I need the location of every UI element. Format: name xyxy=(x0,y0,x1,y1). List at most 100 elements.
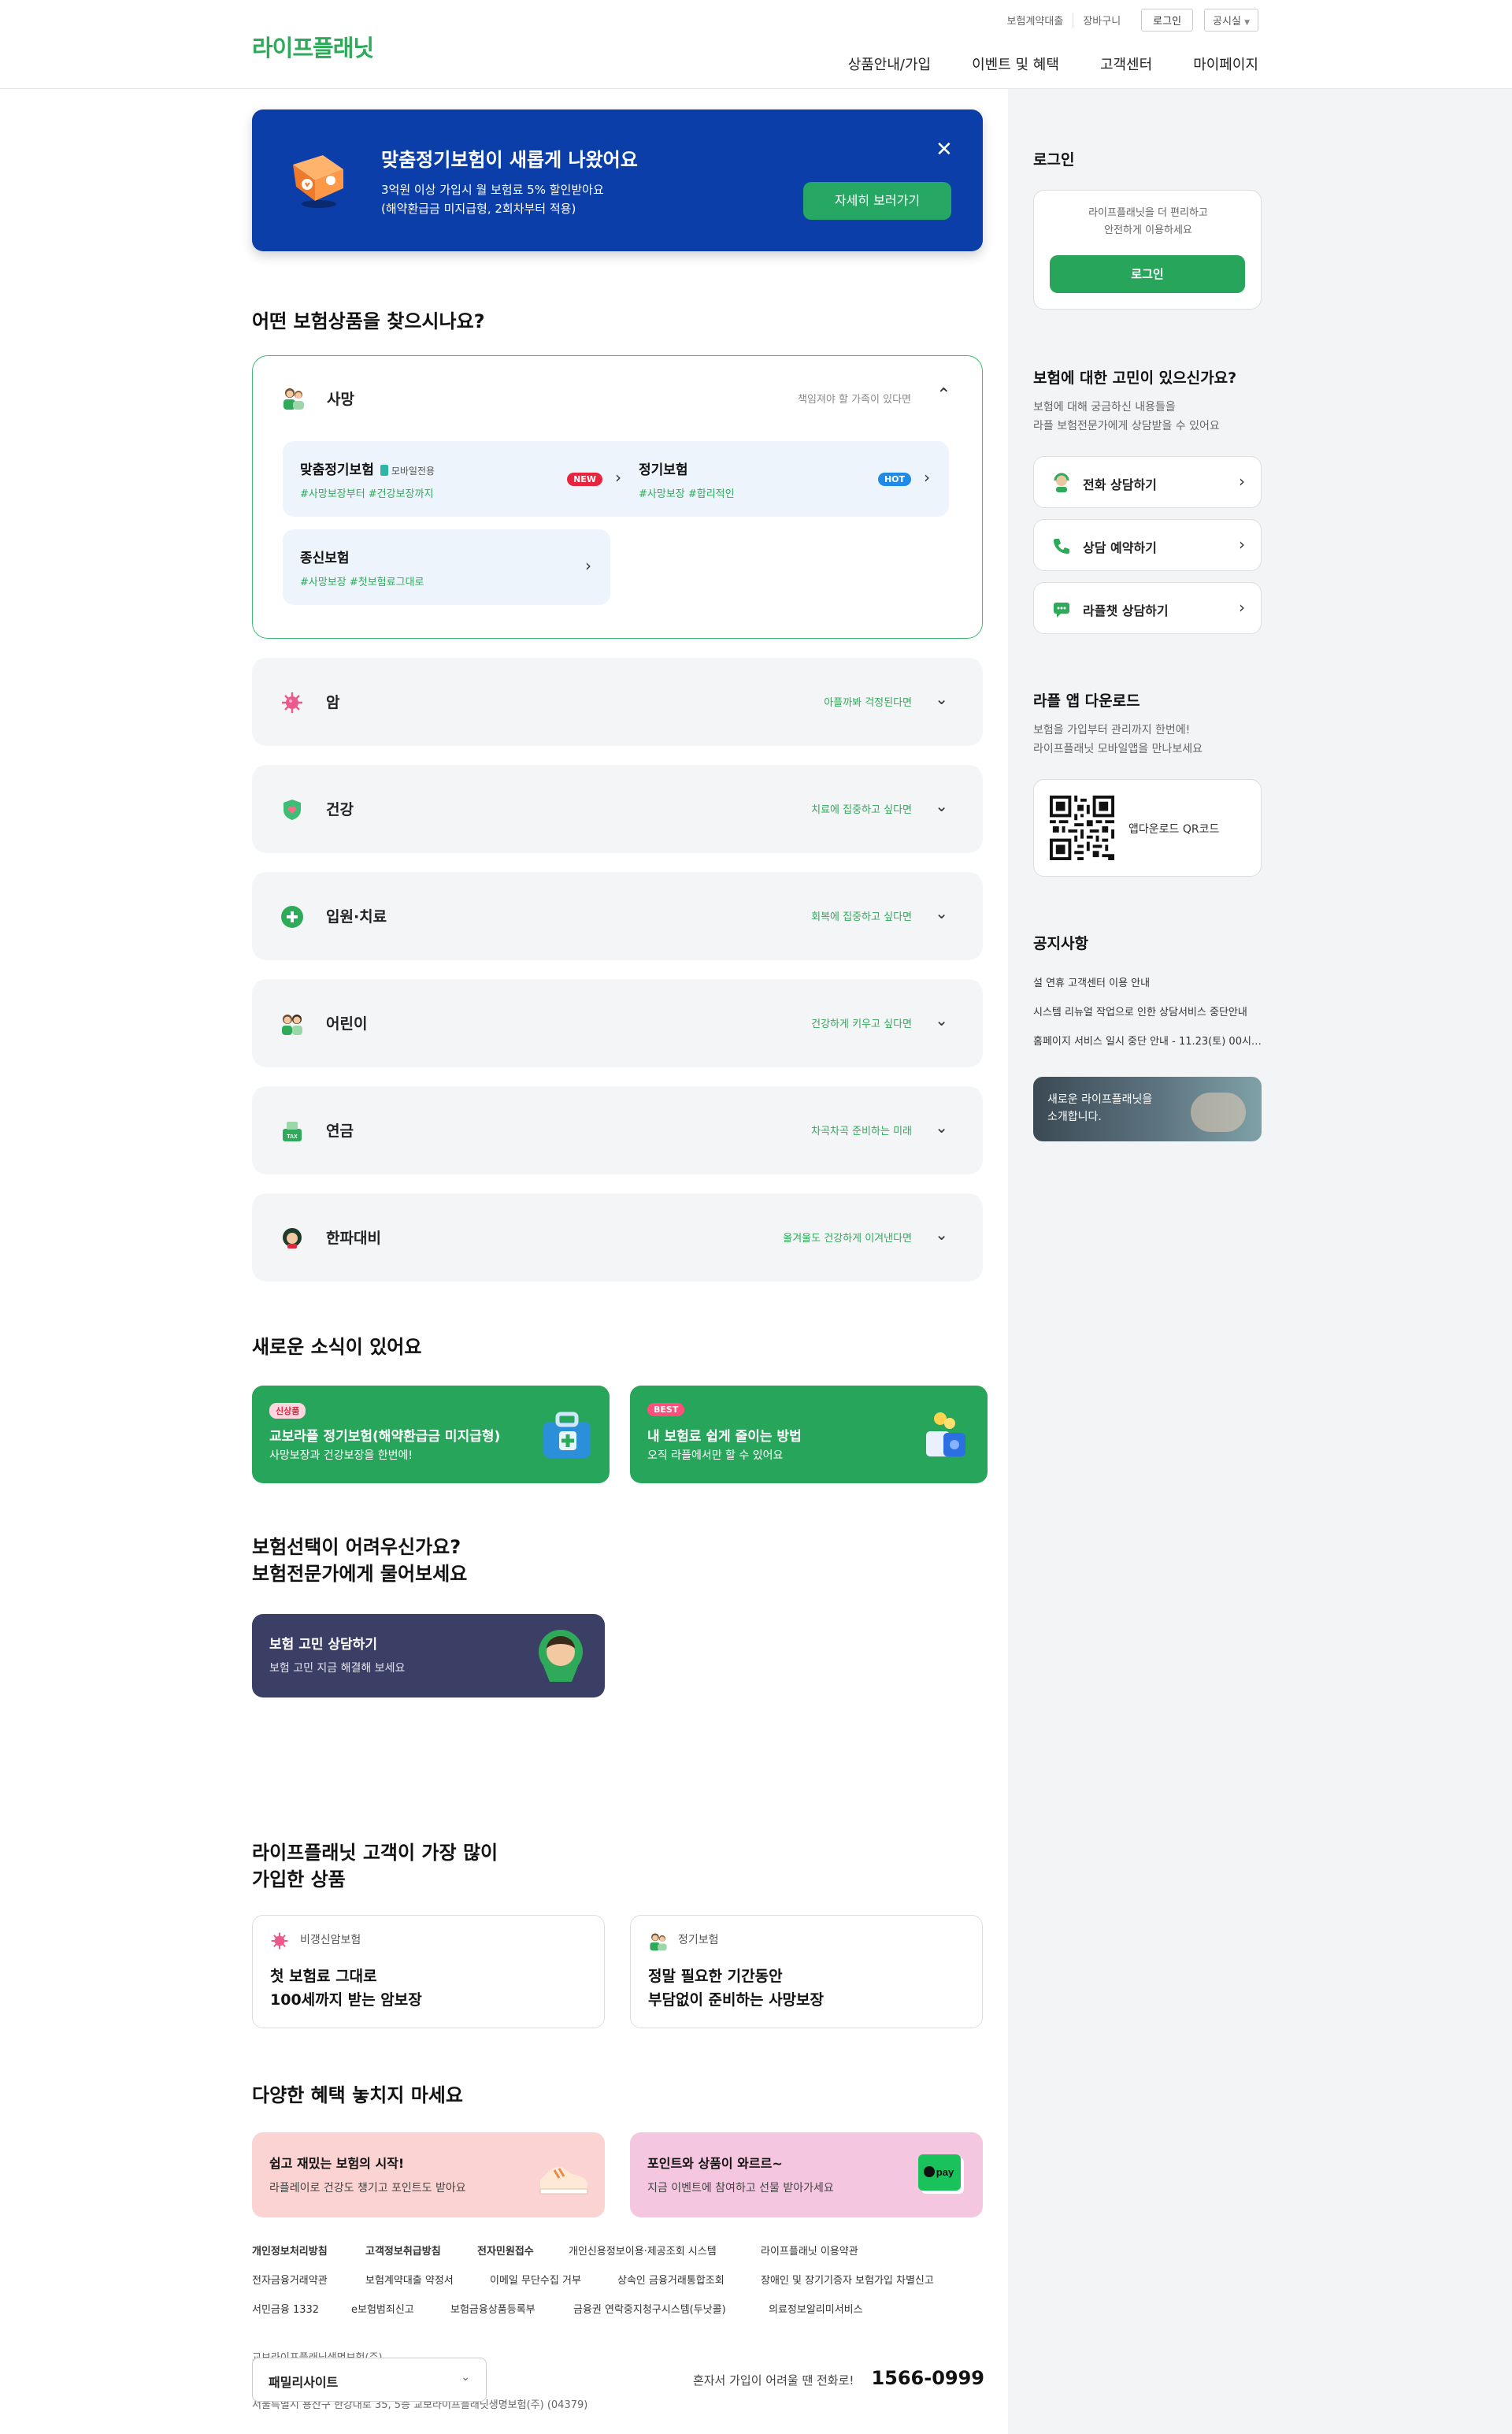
sidebar-login-button[interactable]: 로그인 xyxy=(1050,255,1245,293)
product-tags: #사망보장부터 #건강보장까지 xyxy=(300,488,434,500)
hot-badge: HOT xyxy=(877,473,911,486)
footer-link[interactable]: 이메일 무단수집 거부 xyxy=(490,2272,581,2287)
phone-contact: 혼자서 가입이 어려울 땐 전화로! 1566-0999 xyxy=(693,2367,984,2389)
notice-item[interactable]: 홈페이지 서비스 일시 중단 안내 - 11.23(토) 00시 ~ 06시 xyxy=(1033,1033,1262,1048)
footer-link[interactable]: 상속인 금융거래통합조회 xyxy=(617,2272,724,2287)
new-product-tag: 신상품 xyxy=(269,1403,306,1419)
qr-card[interactable]: 앱다운로드 QR코드 xyxy=(1033,779,1262,877)
notice-room-select[interactable]: 공시실 ▼ xyxy=(1204,9,1258,32)
category-desc: 아플까봐 걱정된다면 xyxy=(824,697,912,709)
news-card[interactable]: 신상품 교보라플 정기보험(해약환급금 미지급형) 사망보장과 건강보장을 한번… xyxy=(252,1386,610,1483)
footer-link[interactable]: 장애인 및 장기기증자 보험가입 차별신고 xyxy=(761,2272,934,2287)
footer-link[interactable]: 고객정보취급방침 xyxy=(365,2243,441,2258)
sidebar-login-card: 라이프플래닛을 더 편리하고 안전하게 이용하세요 로그인 xyxy=(1033,190,1262,310)
benefit-sub: 지금 이벤트에 참여하고 선물 받아가세요 xyxy=(647,2182,834,2195)
category-desc: 회복에 집중하고 싶다면 xyxy=(811,911,912,923)
reserve-consult-button[interactable]: 상담 예약하기 › xyxy=(1033,519,1262,571)
gift-box-icon xyxy=(293,155,343,208)
footer-link[interactable]: 개인신용정보이용·제공조회 시스템 xyxy=(569,2243,717,2258)
family-site-label: 패밀리사이트 xyxy=(269,2375,339,2390)
footer-link[interactable]: 서민금융 1332 xyxy=(252,2301,319,2316)
expert-title: 보험선택이 어려우신가요? 보험전문가에게 물어보세요 xyxy=(252,1536,468,1585)
consult-card[interactable]: 보험 고민 상담하기 보험 고민 지금 해결해 보세요 xyxy=(252,1614,605,1697)
global-nav: 상품안내/가입 이벤트 및 혜택 고객센터 마이페이지 xyxy=(848,54,1258,74)
gnb-customer-center[interactable]: 고객센터 xyxy=(1100,54,1152,74)
footer-link[interactable]: 의료정보알리미서비스 xyxy=(769,2301,863,2316)
heart-shield-icon xyxy=(284,800,301,820)
promo-banner[interactable]: 새로운 라이프플래닛을 소개합니다. xyxy=(1033,1077,1262,1141)
category-name: 건강 xyxy=(326,801,354,818)
phone-label: 혼자서 가입이 어려울 땐 전화로! xyxy=(692,2373,854,2388)
benefit-title: 쉽고 재밌는 보험의 시작! xyxy=(269,2156,405,2171)
footer-link[interactable]: 개인정보처리방침 xyxy=(252,2243,328,2258)
chat-icon xyxy=(1054,603,1069,618)
popular-product-card[interactable]: 비갱신암보험 첫 보험료 그대로 100세까지 받는 암보장 xyxy=(252,1915,605,2028)
footer-link[interactable]: e보험범죄신고 xyxy=(351,2301,414,2316)
notice-item[interactable]: 시스템 리뉴얼 작업으로 인한 상담서비스 중단안내 xyxy=(1033,1004,1262,1018)
utility-bar: 보험계약대출 장바구니 로그인 공시실 ▼ xyxy=(998,9,1258,32)
util-link-cart[interactable]: 장바구니 xyxy=(1073,13,1130,28)
benefit-card[interactable]: 쉽고 재밌는 보험의 시작! 라플레이로 건강도 챙기고 포인트도 받아요 xyxy=(252,2132,605,2217)
footer-link[interactable]: 라이프플래닛 이용약관 xyxy=(761,2243,858,2258)
product-whole-life[interactable]: 종신보험 #사망보장 #첫보험료그대로 › xyxy=(283,529,610,605)
footer-link[interactable]: 전자금융거래약관 xyxy=(252,2272,328,2287)
popular-product-card[interactable]: 정기보험 정말 필요한 기간동안 부담없이 준비하는 사망보장 xyxy=(630,1915,983,2028)
category-winter[interactable]: 한파대비 올겨울도 건강하게 이겨낸다면 ⌄ xyxy=(252,1193,983,1282)
product-term[interactable]: 정기보험 #사망보장 #합리적인 HOT › xyxy=(621,441,949,517)
popular-name: 정말 필요한 기간동안 부담없이 준비하는 사망보장 xyxy=(648,1968,824,2009)
chevron-up-icon[interactable]: ⌄ xyxy=(936,383,951,403)
banner-detail-button[interactable]: 자세히 보러가기 xyxy=(803,182,951,220)
category-name: 암 xyxy=(326,694,340,711)
category-health[interactable]: 건강 치료에 집중하고 싶다면 ⌄ xyxy=(252,765,983,853)
banner-subtitle: 3억원 이상 가입시 월 보험료 5% 할인받아요 (해약환급금 미지급형, 2… xyxy=(381,183,604,216)
virus-icon xyxy=(282,692,302,713)
category-children[interactable]: 어린이 건강하게 키우고 싶다면 ⌄ xyxy=(252,979,983,1067)
category-name: 한파대비 xyxy=(326,1230,381,1247)
best-tag: BEST xyxy=(647,1403,685,1416)
header: 라이프플래닛 보험계약대출 장바구니 로그인 공시실 ▼ 상품안내/가입 이벤트… xyxy=(0,0,1512,89)
gnb-mypage[interactable]: 마이페이지 xyxy=(1193,54,1258,74)
news-title: 새로운 소식이 있어요 xyxy=(252,1336,422,1358)
category-name: 연금 xyxy=(326,1122,354,1140)
header-login-button[interactable]: 로그인 xyxy=(1141,9,1194,32)
app-download-desc: 보험을 가입부터 관리까지 한번에! 라이프플래닛 모바일앱을 만나보세요 xyxy=(1033,724,1203,755)
footer-link[interactable]: 보험금융상품등록부 xyxy=(450,2301,536,2316)
family-icon xyxy=(284,388,304,410)
hand-phone-image xyxy=(1191,1093,1246,1132)
phone-number[interactable]: 1566-0999 xyxy=(871,2367,984,2389)
coin-wallet-icon xyxy=(926,1412,965,1456)
product-custom-term[interactable]: 맞춤정기보험 모바일전용 #사망보장부터 #건강보장까지 NEW › xyxy=(283,441,640,517)
chevron-down-icon: ▼ xyxy=(1244,19,1250,27)
mobile-only-label: 모바일전용 xyxy=(391,466,435,477)
popular-name: 첫 보험료 그대로 100세까지 받는 암보장 xyxy=(270,1968,422,2009)
phone-consult-button[interactable]: 전화 상담하기 › xyxy=(1033,456,1262,508)
gnb-products[interactable]: 상품안내/가입 xyxy=(848,54,931,74)
benefits-title: 다양한 혜택 놓치지 마세요 xyxy=(252,2084,463,2106)
category-hospital[interactable]: 입원·치료 회복에 집중하고 싶다면 ⌄ xyxy=(252,872,983,960)
category-desc: 책임져야 할 가족이 있다면 xyxy=(798,394,911,406)
phone-consult-label: 전화 상담하기 xyxy=(1083,477,1157,492)
news-card[interactable]: BEST 내 보험료 쉽게 줄이는 방법 오직 라플에서만 할 수 있어요 xyxy=(630,1386,988,1483)
notice-item[interactable]: 설 연휴 고객센터 이용 안내 xyxy=(1033,974,1262,989)
chat-consult-button[interactable]: 라플챗 상담하기 › xyxy=(1033,582,1262,634)
notice-room-label: 공시실 xyxy=(1213,16,1241,28)
category-pension[interactable]: TAX 연금 차곡차곡 준비하는 미래 ⌄ xyxy=(252,1086,983,1174)
product-name: 종신보험 xyxy=(300,551,350,566)
family-icon xyxy=(650,1933,667,1951)
close-icon[interactable]: ✕ xyxy=(936,138,953,161)
family-site-select[interactable]: 패밀리사이트 ⌄ xyxy=(252,2358,487,2402)
product-name: 맞춤정기보험 xyxy=(300,462,374,478)
chevron-down-icon: ⌄ xyxy=(461,2371,470,2384)
benefit-card[interactable]: 포인트와 상품이 와르르~ 지금 이벤트에 참여하고 선물 받아가세요 pay xyxy=(630,2132,983,2217)
news-card-title: 내 보험료 쉽게 줄이는 방법 xyxy=(647,1429,802,1445)
promo-text: 새로운 라이프플래닛을 소개합니다. xyxy=(1047,1093,1153,1123)
chevron-down-icon: ⌄ xyxy=(935,796,948,815)
category-cancer[interactable]: 암 아플까봐 걱정된다면 ⌄ xyxy=(252,658,983,746)
util-link-loan[interactable]: 보험계약대출 xyxy=(998,13,1074,28)
virus-icon xyxy=(271,1932,288,1950)
footer-link[interactable]: 전자민원접수 xyxy=(477,2243,534,2258)
footer-link[interactable]: 보험계약대출 약정서 xyxy=(365,2272,454,2287)
footer-link[interactable]: 금융권 연락중지청구시스템(두낫콜) xyxy=(573,2301,726,2316)
gnb-events[interactable]: 이벤트 및 혜택 xyxy=(972,54,1059,74)
logo[interactable]: 라이프플래닛 xyxy=(252,30,374,63)
